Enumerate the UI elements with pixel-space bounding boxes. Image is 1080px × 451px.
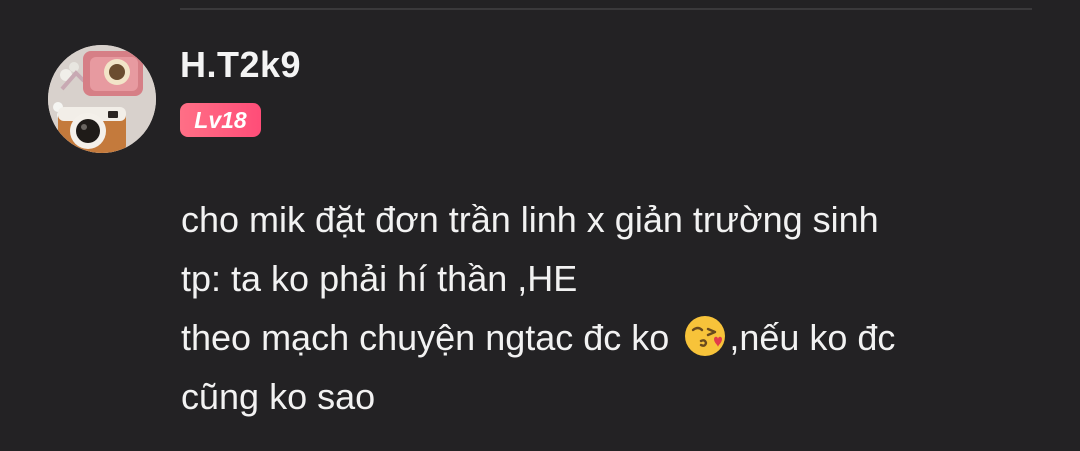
user-avatar[interactable] <box>48 45 156 153</box>
comment-line-3: theo mạch chuyện ngtac đc ko ,nếu ko đc <box>181 308 1061 367</box>
comment-line-2: tp: ta ko phải hí thần ,HE <box>181 258 578 299</box>
comment-line-4: cũng ko sao <box>181 376 376 417</box>
username[interactable]: H.T2k9 <box>180 44 301 86</box>
face-blowing-a-kiss-icon <box>683 314 727 358</box>
crochet-camera-icon <box>48 45 156 153</box>
comment-body: cho mik đặt đơn trần linh x giản trường … <box>181 190 1061 426</box>
comment-line-3-text-end: ,nếu ko đc <box>729 317 896 358</box>
comment-item: H.T2k9 Lv18 cho mik đặt đơn trần linh x … <box>0 0 1080 451</box>
comment-line-3-text: theo mạch chuyện ngtac đc ko <box>181 317 680 358</box>
divider <box>180 8 1032 10</box>
comment-line-1: cho mik đặt đơn trần linh x giản trường … <box>181 199 879 240</box>
level-badge: Lv18 <box>180 103 261 137</box>
